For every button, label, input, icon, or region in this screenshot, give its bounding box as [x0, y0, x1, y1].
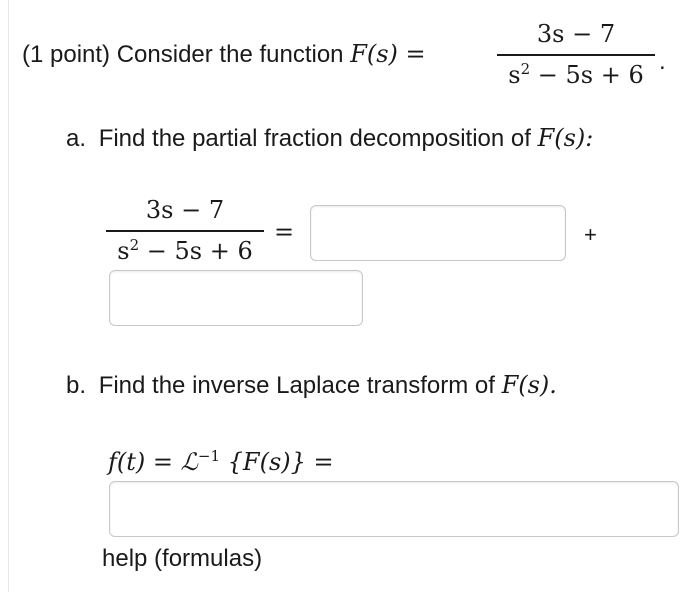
fraction-bar: [106, 230, 264, 232]
expression-sup: −1: [197, 447, 221, 465]
intro-fraction: 3s − 7 s2 − 5s + 6: [497, 20, 655, 89]
answer-field-term-2[interactable]: [109, 270, 363, 326]
intro-prompt: Consider the function: [116, 41, 344, 68]
points-label: (1 point): [22, 41, 111, 68]
intro-line: (1 point) Consider the function F(s) =: [22, 40, 426, 69]
answer-field-term-1[interactable]: [310, 205, 566, 261]
part-a-text: Find the partial fraction decomposition …: [98, 125, 531, 152]
part-a-marker: a.: [66, 125, 87, 152]
part-a-plus: +: [584, 222, 597, 247]
intro-denominator: s2 − 5s + 6: [508, 60, 644, 89]
part-b-marker: b.: [66, 372, 87, 399]
expression-lhs: f(t) = ℒ: [108, 448, 198, 476]
answer-field-inverse-laplace[interactable]: [109, 481, 679, 537]
part-b-heading: b. Find the inverse Laplace transform of…: [66, 371, 557, 400]
help-formulas-link[interactable]: help (formulas): [102, 545, 262, 573]
part-b-function: F(s).: [501, 371, 557, 399]
intro-function: F(s) =: [350, 40, 426, 68]
part-a-fraction: 3s − 7 s2 − 5s + 6: [106, 196, 264, 265]
intro-period: .: [659, 48, 666, 75]
part-a-denominator: s2 − 5s + 6: [117, 236, 253, 265]
part-b-expression: f(t) = ℒ−1 {F(s)} =: [108, 447, 334, 476]
expression-rhs: {F(s)} =: [220, 448, 334, 476]
part-a-function: F(s):: [537, 124, 594, 152]
part-a-heading: a. Find the partial fraction decompositi…: [66, 124, 593, 153]
part-a-equals: =: [274, 218, 295, 246]
intro-numerator: 3s − 7: [536, 20, 616, 48]
part-b-text: Find the inverse Laplace transform of: [98, 372, 495, 399]
fraction-bar: [497, 54, 655, 56]
part-a-numerator: 3s − 7: [145, 196, 225, 224]
